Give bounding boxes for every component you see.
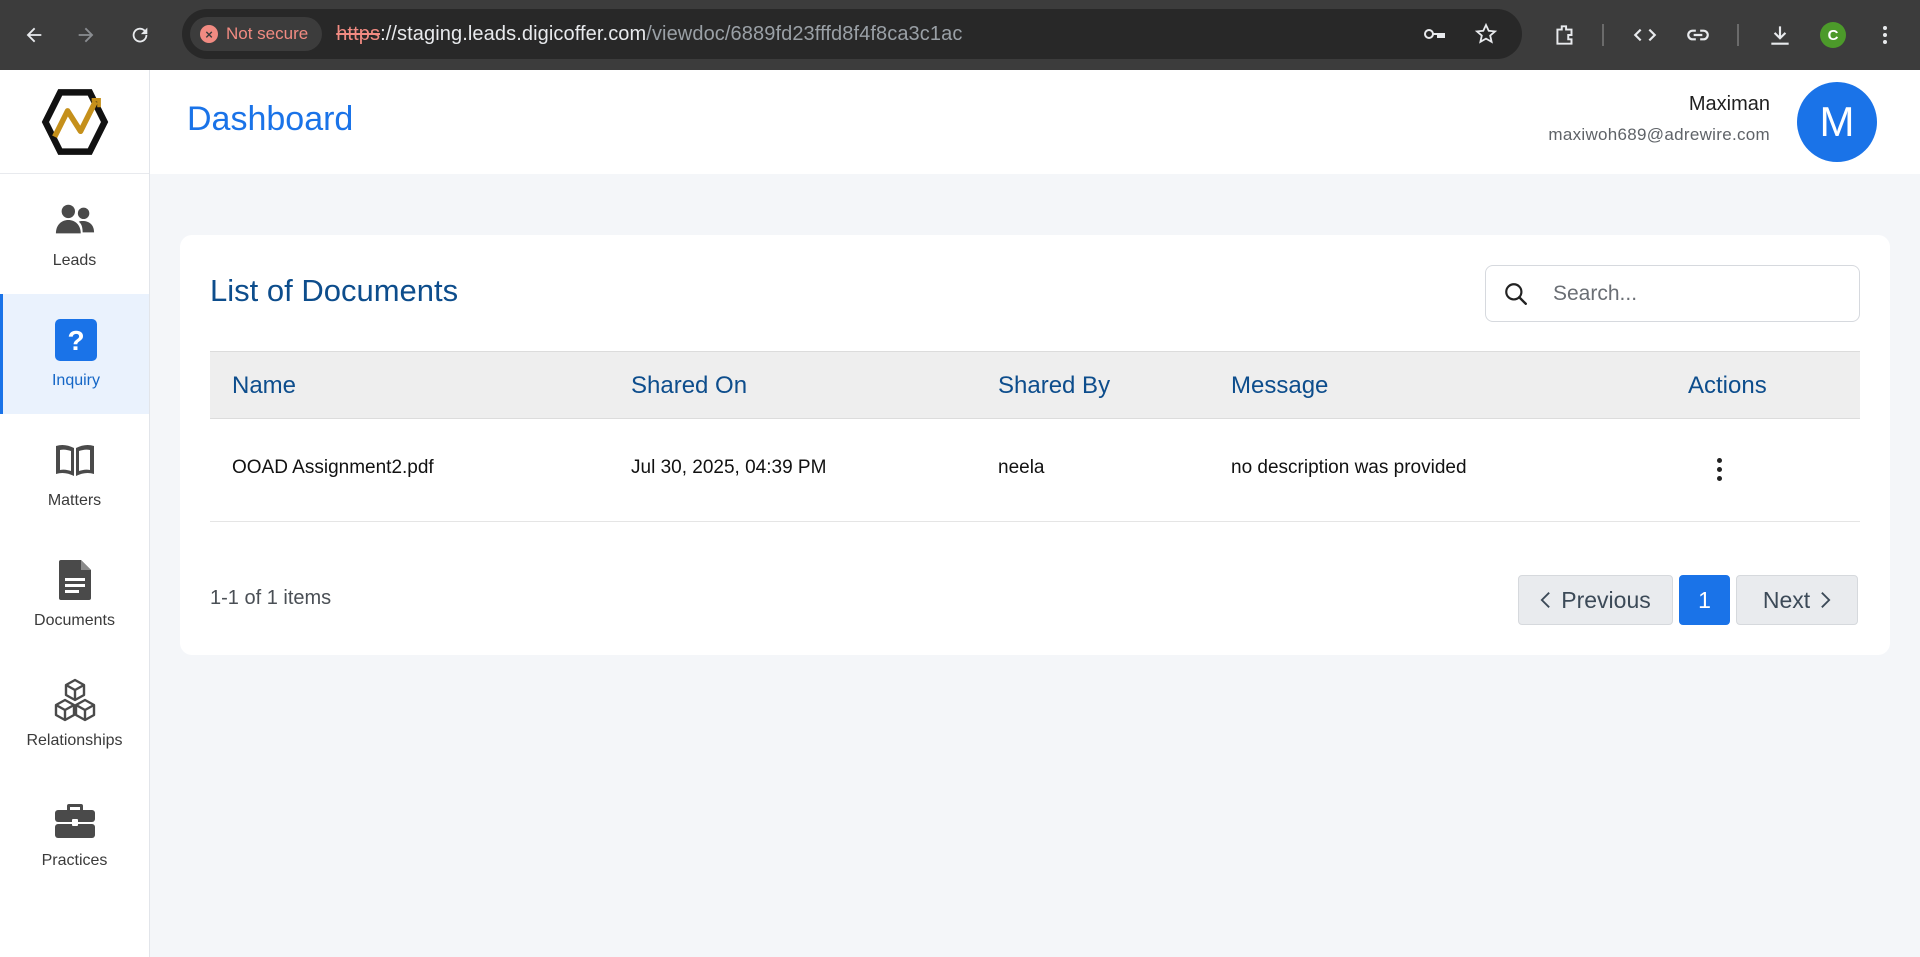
next-label: Next bbox=[1762, 586, 1811, 613]
search-box[interactable] bbox=[1485, 265, 1860, 322]
download-icon[interactable] bbox=[1765, 20, 1795, 50]
user-name: Maximan bbox=[1688, 93, 1770, 115]
sidebar: Leads ? Inquiry Matters Documents Relati… bbox=[0, 70, 150, 957]
table-row[interactable]: OOAD Assignment2.pdf Jul 30, 2025, 04:39… bbox=[210, 419, 1860, 522]
sidebar-item-inquiry[interactable]: ? Inquiry bbox=[0, 294, 149, 414]
reload-icon[interactable] bbox=[122, 17, 158, 53]
link-icon[interactable] bbox=[1683, 20, 1713, 50]
cell-message: no description was provided bbox=[1231, 457, 1467, 478]
app-logo[interactable] bbox=[0, 70, 149, 174]
sidebar-item-label: Leads bbox=[52, 252, 97, 269]
svg-text:?: ? bbox=[67, 325, 84, 356]
previous-page-button[interactable]: Previous bbox=[1518, 575, 1673, 625]
toolbar-divider bbox=[1602, 24, 1604, 46]
profile-initial: C bbox=[1820, 22, 1846, 48]
sidebar-item-label: Documents bbox=[34, 612, 115, 629]
row-actions-menu-icon[interactable] bbox=[1705, 447, 1733, 491]
profile-avatar[interactable]: C bbox=[1818, 20, 1848, 50]
chevron-right-icon bbox=[1821, 592, 1831, 608]
forward-icon[interactable] bbox=[68, 17, 104, 53]
column-header-shared-by[interactable]: Shared By bbox=[998, 372, 1110, 400]
pagination: Previous 1 Next bbox=[1518, 575, 1858, 625]
cell-name[interactable]: OOAD Assignment2.pdf bbox=[232, 457, 434, 479]
url-host: ://staging.leads.digicoffer.com bbox=[380, 22, 647, 45]
sidebar-item-documents[interactable]: Documents bbox=[0, 534, 149, 654]
search-icon bbox=[1501, 279, 1531, 309]
user-email: maxiwoh689@adrewire.com bbox=[1548, 125, 1770, 144]
sidebar-item-label: Matters bbox=[47, 492, 102, 509]
page-title: Dashboard bbox=[187, 100, 354, 138]
book-icon bbox=[53, 438, 97, 482]
url-path: /viewdoc/6889fd23fffd8f4f8ca3c1ac bbox=[646, 22, 963, 45]
next-page-button[interactable]: Next bbox=[1736, 575, 1858, 625]
briefcase-icon bbox=[53, 798, 97, 842]
extensions-icon[interactable] bbox=[1550, 20, 1580, 50]
sidebar-item-label: Practices bbox=[41, 852, 108, 869]
sidebar-item-practices[interactable]: Practices bbox=[0, 774, 149, 894]
security-label: Not secure bbox=[226, 24, 309, 43]
toolbar-divider bbox=[1737, 24, 1739, 46]
security-chip[interactable]: × Not secure bbox=[190, 17, 323, 51]
sidebar-item-label: Inquiry bbox=[51, 372, 101, 389]
avatar[interactable]: M bbox=[1797, 82, 1877, 162]
sidebar-item-leads[interactable]: Leads bbox=[0, 174, 149, 294]
back-icon[interactable] bbox=[16, 17, 52, 53]
address-bar[interactable]: × Not secure https://staging.leads.digic… bbox=[182, 9, 1522, 59]
search-input[interactable] bbox=[1553, 281, 1833, 306]
sidebar-item-relationships[interactable]: Relationships bbox=[0, 654, 149, 774]
sidebar-item-label: Relationships bbox=[26, 732, 123, 749]
not-secure-icon: × bbox=[200, 25, 218, 43]
column-header-shared-on[interactable]: Shared On bbox=[631, 372, 747, 400]
key-icon[interactable] bbox=[1422, 22, 1446, 46]
documents-card: List of Documents Name Shared On Shared … bbox=[180, 235, 1890, 655]
bookmark-star-icon[interactable] bbox=[1474, 22, 1498, 46]
page-header: Dashboard Maximan maxiwoh689@adrewire.co… bbox=[150, 70, 1920, 174]
url-text[interactable]: https://staging.leads.digicoffer.com/vie… bbox=[336, 23, 962, 46]
users-icon bbox=[53, 198, 97, 242]
column-header-actions: Actions bbox=[1688, 372, 1767, 399]
cell-shared-on: Jul 30, 2025, 04:39 PM bbox=[631, 457, 827, 478]
card-title: List of Documents bbox=[210, 273, 459, 308]
browser-toolbar: × Not secure https://staging.leads.digic… bbox=[0, 0, 1920, 70]
previous-label: Previous bbox=[1561, 586, 1651, 613]
chevron-left-icon bbox=[1540, 592, 1551, 608]
url-scheme: https bbox=[336, 22, 381, 45]
document-icon bbox=[53, 558, 97, 602]
cell-shared-by: neela bbox=[998, 457, 1045, 478]
documents-table: Name Shared On Shared By Message Actions… bbox=[210, 351, 1860, 522]
table-header: Name Shared On Shared By Message Actions bbox=[210, 351, 1860, 419]
code-icon[interactable] bbox=[1630, 20, 1660, 50]
page-number-button[interactable]: 1 bbox=[1679, 575, 1730, 625]
sidebar-item-matters[interactable]: Matters bbox=[0, 414, 149, 534]
chrome-menu-icon[interactable] bbox=[1870, 20, 1900, 50]
column-header-name[interactable]: Name bbox=[232, 372, 296, 400]
column-header-message[interactable]: Message bbox=[1231, 372, 1328, 400]
items-count: 1-1 of 1 items bbox=[210, 587, 332, 609]
logo-mark-icon bbox=[41, 88, 108, 155]
cubes-icon bbox=[53, 678, 97, 722]
question-icon: ? bbox=[54, 318, 98, 362]
